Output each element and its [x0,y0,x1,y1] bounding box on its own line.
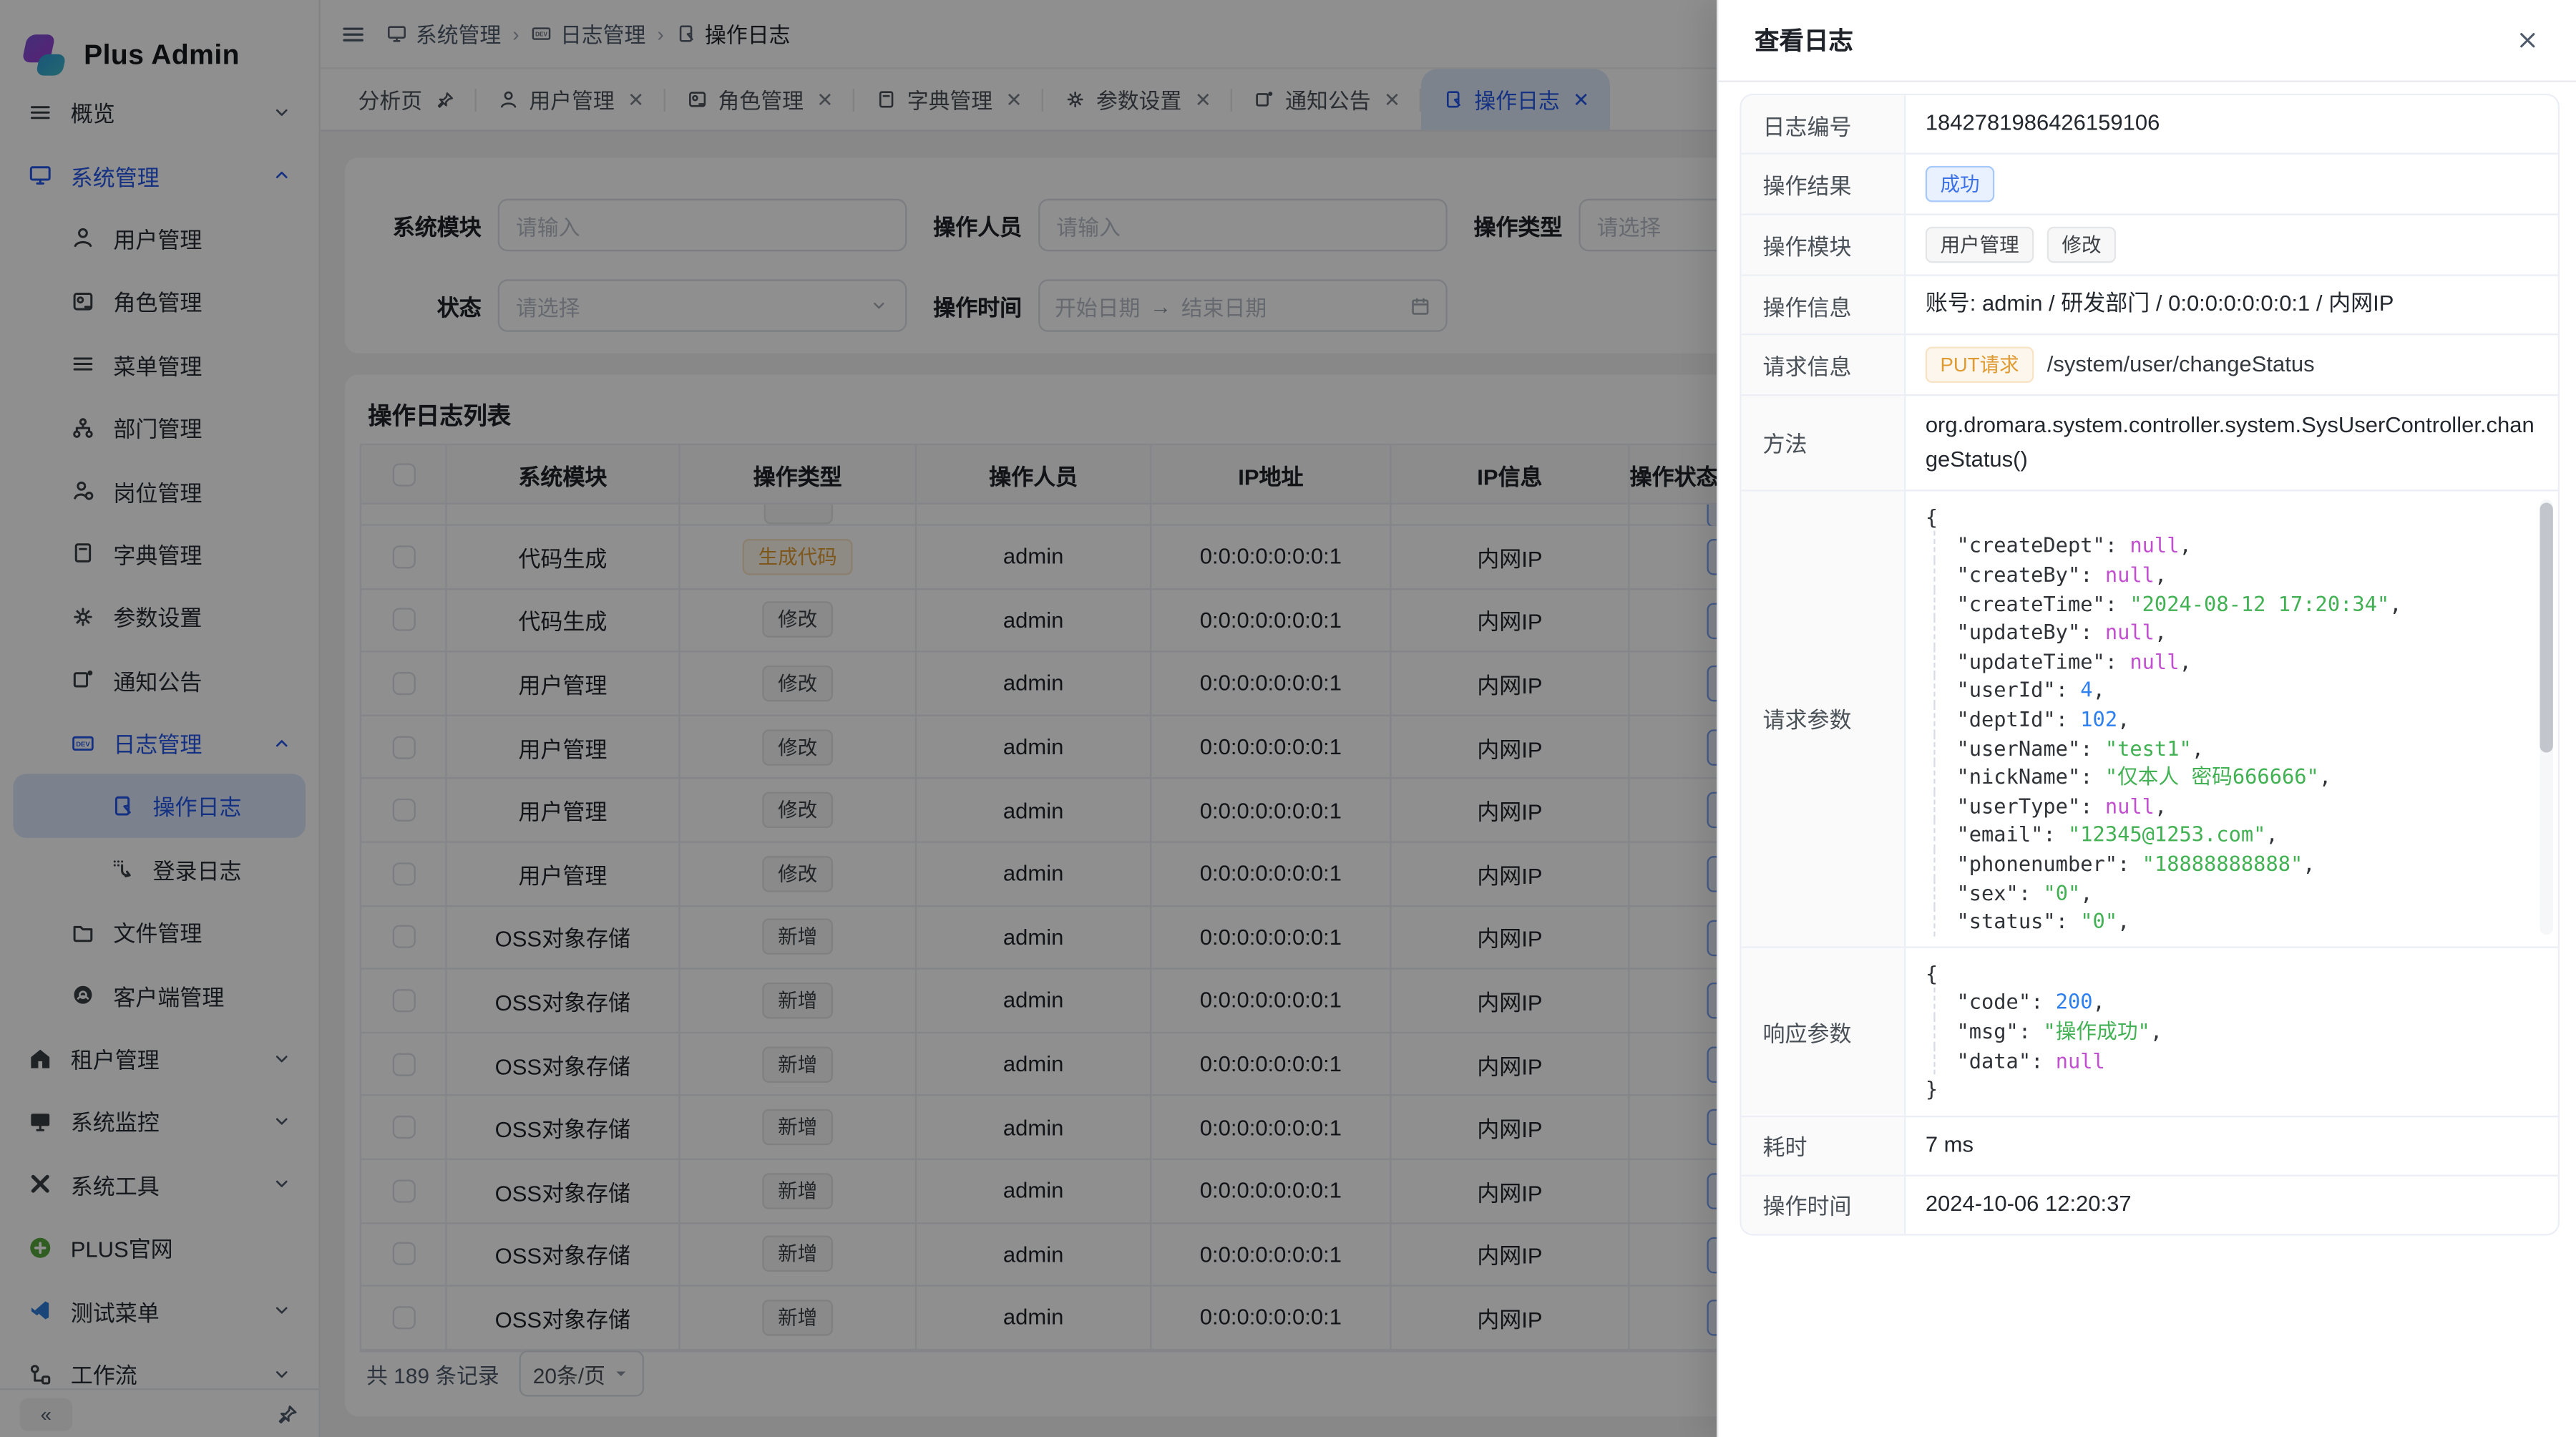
code-line: { [1926,959,2529,988]
app-root: Plus Admin 概览系统管理用户管理角色管理菜单管理部门管理岗位管理字典管… [0,0,2576,1437]
drawer-header: 查看日志 [1719,0,2576,82]
info-label: 操作信息 [1742,276,1906,333]
resp-params-label: 响应参数 [1742,948,1906,1115]
code-line: { [1926,502,2529,531]
code-line: "deptId": 102, [1933,705,2528,734]
op-time-value: 2024-10-06 12:20:37 [1906,1177,2557,1234]
code-line: "createBy": null, [1933,560,2528,589]
detail-row-op-time: 操作时间 2024-10-06 12:20:37 [1742,1177,2558,1234]
code-line: "phonenumber": "18888888888", [1933,849,2528,878]
code-line: "code": 200, [1933,988,2528,1017]
log-detail-table: 日志编号 1842781986426159106 操作结果 成功 操作模块 用户… [1740,94,2560,1235]
code-line: "updateTime": null, [1933,647,2528,676]
detail-row-method: 方法 org.dromara.system.controller.system.… [1742,396,2558,491]
code-line: "email": "12345@1253.com", [1933,821,2528,849]
cost-label: 耗时 [1742,1117,1906,1174]
detail-row-request: 请求信息 PUT请求 /system/user/changeStatus [1742,335,2558,396]
code-line: } [1926,1075,2529,1104]
detail-row-req-params: 请求参数 {"createDept": null,"createBy": nul… [1742,491,2558,948]
action-tag: 修改 [2047,227,2116,263]
response-params-json: {"code": 200,"msg": "操作成功","data": null} [1926,959,2529,1104]
detail-row-result: 操作结果 成功 [1742,155,2558,215]
http-method-badge: PUT请求 [1926,346,2034,383]
code-scrollbar-thumb[interactable] [2540,502,2552,752]
code-line: "updateBy": null, [1933,618,2528,647]
request-params-json: {"createDept": null,"createBy": null,"cr… [1926,502,2529,936]
code-line: "data": null [1933,1046,2528,1075]
code-line: "createTime": "2024-08-12 17:20:34", [1933,589,2528,618]
view-log-drawer: 查看日志 日志编号 1842781986426159106 操作结果 成功 操作… [1717,0,2576,1437]
req-params-label: 请求参数 [1742,491,1906,946]
close-icon[interactable] [2515,28,2540,52]
code-line: "sex": "0", [1933,878,2528,907]
code-line: "userName": "test1", [1933,734,2528,762]
status-badge: 成功 [1926,166,1994,203]
cost-value: 7 ms [1906,1117,2557,1174]
code-line: "userId": 4, [1933,676,2528,705]
code-line: "userType": null, [1933,791,2528,820]
info-value: 账号: admin / 研发部门 / 0:0:0:0:0:0:0:1 / 内网I… [1906,276,2557,333]
log-id-value: 1842781986426159106 [1906,95,2557,152]
request-label: 请求信息 [1742,335,1906,394]
module-tag: 用户管理 [1926,227,2034,263]
detail-row-cost: 耗时 7 ms [1742,1117,2558,1177]
code-scrollbar[interactable] [2540,500,2552,935]
drawer-backdrop[interactable] [0,0,1717,1437]
detail-row-module: 操作模块 用户管理 修改 [1742,215,2558,276]
method-label: 方法 [1742,396,1906,489]
detail-row-info: 操作信息 账号: admin / 研发部门 / 0:0:0:0:0:0:0:1 … [1742,276,2558,336]
detail-row-resp-params: 响应参数 {"code": 200,"msg": "操作成功","data": … [1742,948,2558,1116]
method-value: org.dromara.system.controller.system.Sys… [1906,396,2557,489]
code-line: "createDept": null, [1933,532,2528,560]
code-line: "status": "0", [1933,907,2528,936]
code-line: "nickName": "仅本人 密码666666", [1933,763,2528,791]
module-label: 操作模块 [1742,215,1906,275]
op-time-label: 操作时间 [1742,1177,1906,1234]
result-label: 操作结果 [1742,155,1906,214]
code-line: "msg": "操作成功", [1933,1017,2528,1046]
request-url: /system/user/changeStatus [2047,348,2315,382]
log-id-label: 日志编号 [1742,95,1906,152]
detail-row-log-id: 日志编号 1842781986426159106 [1742,95,2558,155]
drawer-title: 查看日志 [1755,23,1853,57]
